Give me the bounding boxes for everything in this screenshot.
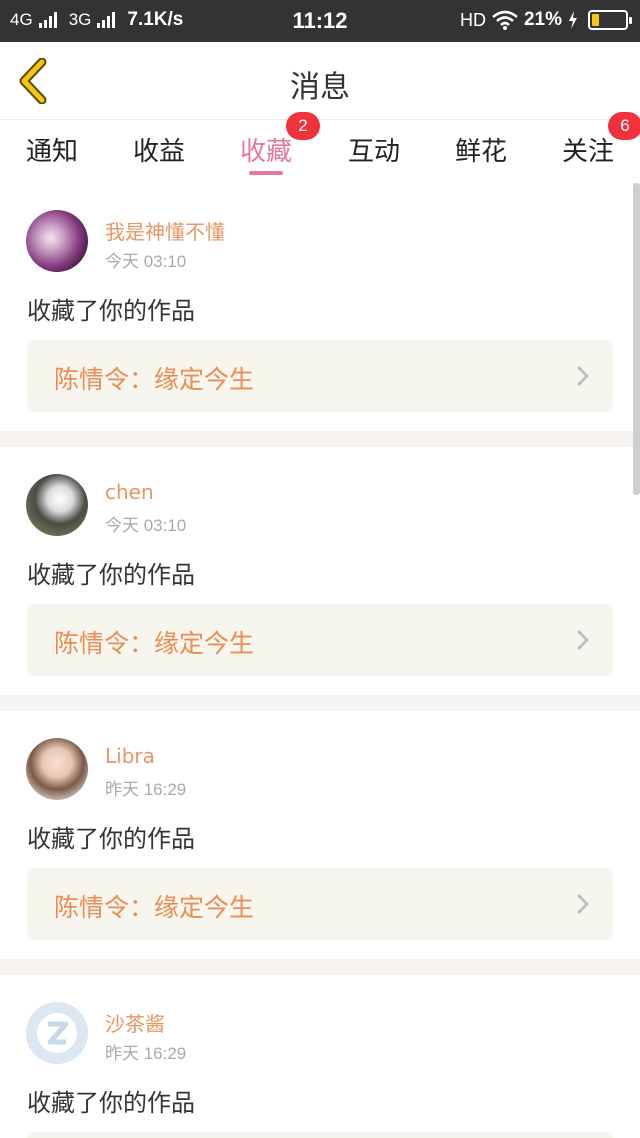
divider [0,695,640,711]
device-status: HD 21% [459,9,632,31]
divider [0,959,640,975]
timestamp: 昨天 16:29 [105,1044,187,1063]
unread-badge: 2 [286,112,320,140]
divider [0,431,640,447]
work-link[interactable]: 陈情令：缘定今生 [27,340,613,412]
timestamp: 昨天 16:29 [105,780,187,799]
action-text: 收藏了你的作品 [27,1089,195,1117]
chevron-right-icon [577,630,589,650]
work-title: 陈情令：缘定今生 [54,893,255,922]
tab-flowers[interactable]: 鲜花 [441,131,521,168]
list-item: chen 今天 03:10 收藏了你的作品 陈情令：缘定今生 [0,447,634,695]
tab-notifications[interactable]: 通知 [12,131,92,168]
tab-bar: 通知 收益 收藏 互动 鲜花 关注 [0,121,640,179]
hd-label: HD [459,9,486,30]
action-text: 收藏了你的作品 [27,297,195,325]
wifi-icon [492,10,518,30]
chevron-right-icon [577,894,589,914]
work-link[interactable] [27,1132,613,1138]
charging-icon [569,11,577,29]
timestamp: 今天 03:10 [105,252,187,271]
unread-badge: 6 [608,112,640,140]
username[interactable]: Libra [105,744,155,768]
username[interactable]: 我是神懂不懂 [105,216,225,245]
battery-percent: 21% [523,9,562,30]
action-text: 收藏了你的作品 [27,825,195,853]
tab-earnings[interactable]: 收益 [119,131,199,168]
avatar[interactable] [26,210,88,272]
avatar[interactable] [26,738,88,800]
battery-fill [592,14,599,26]
list-item: Libra 昨天 16:29 收藏了你的作品 陈情令：缘定今生 [0,711,634,959]
work-link[interactable]: 陈情令：缘定今生 [27,868,613,940]
active-tab-indicator [249,171,283,175]
header: 消息 [0,42,640,120]
username[interactable]: chen [105,480,154,504]
default-avatar-icon [37,1013,77,1053]
timestamp: 今天 03:10 [105,516,187,535]
work-title: 陈情令：缘定今生 [54,365,255,394]
page-title: 消息 [290,70,350,105]
avatar[interactable] [26,1002,88,1064]
scrollbar[interactable] [633,183,640,495]
list-item: 我是神懂不懂 今天 03:10 收藏了你的作品 陈情令：缘定今生 [0,183,634,431]
avatar[interactable] [26,474,88,536]
battery-icon [588,10,632,30]
tab-interactions[interactable]: 互动 [334,131,414,168]
work-title: 陈情令：缘定今生 [54,629,255,658]
action-text: 收藏了你的作品 [27,561,195,589]
chevron-right-icon [577,366,589,386]
status-bar: 4G 3G 7.1K/s 11:12 HD 21% [0,0,640,42]
username[interactable]: 沙茶酱 [105,1008,165,1037]
work-link[interactable]: 陈情令：缘定今生 [27,604,613,676]
list-item: 沙茶酱 昨天 16:29 收藏了你的作品 [0,975,634,1138]
